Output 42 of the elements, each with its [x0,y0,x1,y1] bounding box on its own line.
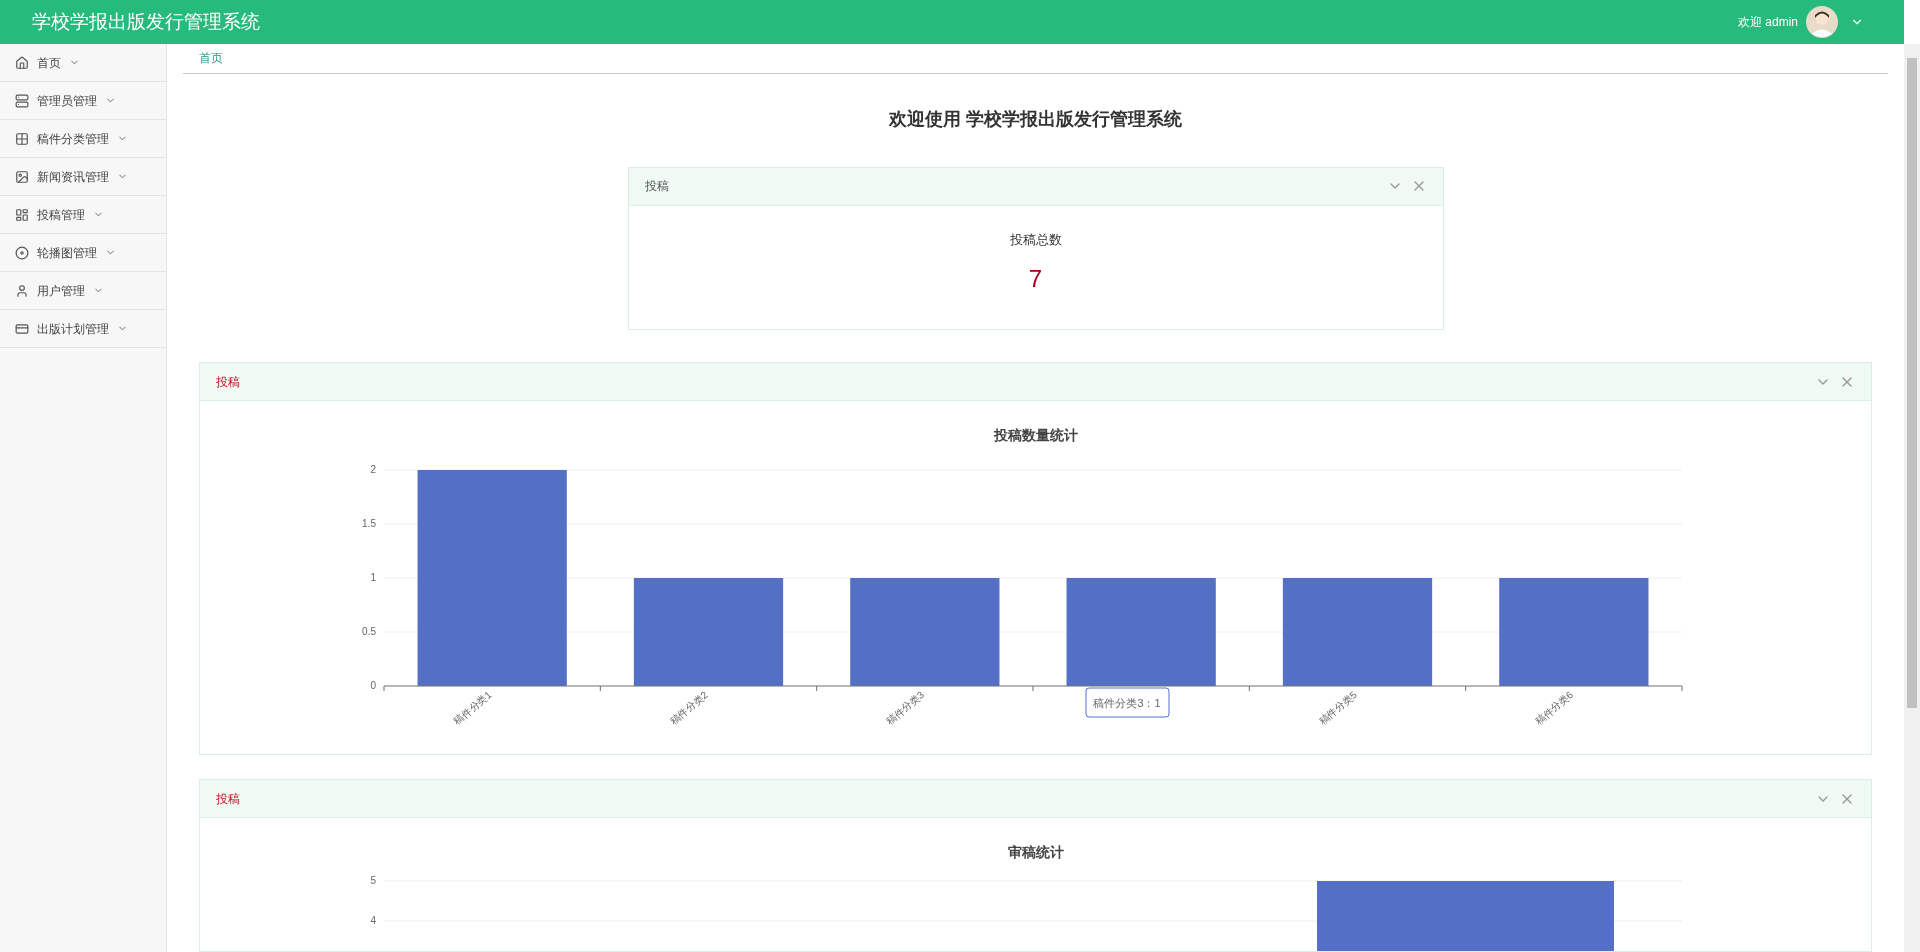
axis-tick-label: 5 [370,875,376,886]
avatar-icon[interactable] [1806,6,1838,38]
scrollbar[interactable] [1904,44,1920,952]
chart-title: 投稿数量统计 [993,426,1078,445]
chart-tooltip: 稿件分类3：1 [1085,687,1170,718]
axis-tick-label: 1 [370,572,376,583]
panel-title: 投稿 [216,790,240,808]
app-title: 学校学报出版发行管理系统 [32,9,260,34]
axis-tick-label: 1.5 [362,518,376,529]
welcome-text: 欢迎 admin [1737,14,1798,31]
chart-title: 审稿统计 [1007,843,1064,862]
page-title: 欢迎使用 学校学报出版发行管理系统 [889,107,1182,131]
sidebar-item[interactable]: 出版计划管理 [0,310,166,348]
grid-icon [15,131,29,146]
card-icon [15,321,29,336]
layout-icon [15,207,29,222]
stat-value: 7 [1028,264,1043,294]
axis-category-label: 稿件分类5 [1316,689,1359,727]
sidebar-item[interactable]: 用户管理 [0,272,166,310]
panel-title: 投稿 [216,373,240,391]
axis-tick-label: 0 [370,680,376,691]
axis-category-label: 稿件分类1 [451,689,494,727]
stat-label: 投稿总数 [1009,230,1062,249]
sidebar-item[interactable]: 轮播图管理 [0,234,166,272]
server-icon [15,93,29,108]
disc-icon [15,245,29,260]
panel-title: 投稿 [644,178,669,195]
axis-tick-label: 2 [370,464,376,475]
image-icon [15,169,29,184]
sidebar-item[interactable]: 首页 [0,44,166,82]
axis-tick-label: 0.5 [362,626,376,637]
sidebar-item[interactable]: 新闻资讯管理 [0,158,166,196]
sidebar-item[interactable]: 投稿管理 [0,196,166,234]
user-icon [15,283,29,298]
axis-category-label: 稿件分类6 [1533,689,1576,727]
sidebar-item[interactable]: 稿件分类管理 [0,120,166,158]
sidebar-item[interactable]: 管理员管理 [0,82,166,120]
axis-category-label: 稿件分类3 [884,689,927,727]
home-icon [15,55,29,70]
breadcrumb-link[interactable]: 首页 [199,49,223,68]
axis-tick-label: 4 [370,915,376,926]
axis-category-label: 稿件分类2 [667,689,710,727]
